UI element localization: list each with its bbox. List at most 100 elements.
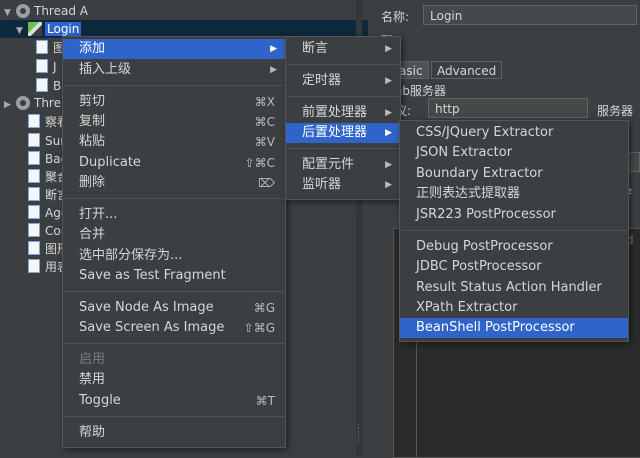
- expand-down-icon[interactable]: ▼: [16, 22, 28, 40]
- menu-item-boundary-extractor[interactable]: Boundary Extractor: [400, 164, 628, 184]
- menu-item-post-processor[interactable]: 后置处理器 ▶: [286, 123, 400, 143]
- tree-node-thread-b[interactable]: ▶ Thre: [4, 94, 61, 112]
- submenu-arrow-icon: ▶: [270, 65, 277, 75]
- menu-item-label: JSR223 PostProcessor: [416, 207, 556, 222]
- tree-node-label: B: [53, 79, 62, 93]
- submenu-arrow-icon: ▶: [385, 44, 392, 54]
- document-icon: [36, 59, 48, 73]
- shortcut-label: ⌘X: [254, 95, 275, 109]
- listener-icon: [28, 205, 40, 219]
- menu-item-label: 粘贴: [79, 134, 106, 149]
- menu-item-save-fragment[interactable]: Save as Test Fragment: [63, 266, 285, 286]
- menu-item-label: 选中部分保存为...: [79, 248, 183, 263]
- menu-separator: [64, 85, 284, 86]
- menu-item-label: Duplicate: [79, 155, 141, 170]
- submenu-arrow-icon: ▶: [385, 108, 392, 118]
- menu-item-config[interactable]: 配置元件 ▶: [286, 155, 400, 175]
- menu-item-pre-processor[interactable]: 前置处理器 ▶: [286, 103, 400, 123]
- menu-item-jdbc-postprocessor[interactable]: JDBC PostProcessor: [400, 257, 628, 277]
- tree-node-child[interactable]: J: [36, 58, 57, 76]
- shortcut-label: ⌘G: [253, 301, 275, 315]
- add-submenu: 断言 ▶ 定时器 ▶ 前置处理器 ▶ 后置处理器 ▶ 配置元件 ▶ 监听器 ▶: [285, 36, 401, 200]
- menu-item-label: 配置元件: [302, 157, 355, 172]
- menu-item-paste[interactable]: 粘贴 ⌘V: [63, 132, 285, 152]
- tree-node-listener[interactable]: Cor: [28, 222, 66, 240]
- listener-icon: [28, 223, 40, 237]
- menu-item-label: 后置处理器: [302, 125, 368, 140]
- document-icon: [36, 40, 48, 54]
- menu-item-label: 禁用: [79, 372, 106, 387]
- menu-item-label: 前置处理器: [302, 105, 368, 120]
- tree-node-label: Login: [45, 22, 82, 36]
- menu-item-label: 添加: [79, 41, 106, 56]
- menu-separator: [287, 148, 399, 149]
- menu-item-label: BeanShell PostProcessor: [416, 320, 575, 335]
- menu-item-debug-postprocessor[interactable]: Debug PostProcessor: [400, 237, 628, 257]
- menu-item-assertion[interactable]: 断言 ▶: [286, 39, 400, 59]
- tree-node-thread-a[interactable]: ▼ Thread A: [4, 2, 88, 20]
- menu-item-merge[interactable]: 合并: [63, 225, 285, 245]
- menu-item-result-status-action-handler[interactable]: Result Status Action Handler: [400, 278, 628, 298]
- menu-item-label: 帮助: [79, 425, 106, 440]
- menu-item-toggle[interactable]: Toggle ⌘T: [63, 391, 285, 411]
- tree-node-label: Thre: [34, 96, 61, 110]
- menu-item-xpath-extractor[interactable]: XPath Extractor: [400, 298, 628, 318]
- listener-icon: [28, 114, 40, 128]
- shortcut-label: ⌘C: [254, 115, 275, 129]
- tree-node-label: Thread A: [34, 4, 88, 18]
- gear-icon: [16, 96, 30, 110]
- menu-separator: [64, 291, 284, 292]
- menu-item-add[interactable]: 添加 ▶: [63, 39, 285, 59]
- menu-item-delete[interactable]: 删除 ⌦: [63, 173, 285, 193]
- gear-icon: [16, 4, 30, 18]
- tree-node-label: J: [53, 60, 57, 74]
- menu-item-label: Save Node As Image: [79, 300, 214, 315]
- menu-item-insert-parent[interactable]: 插入上级 ▶: [63, 60, 285, 80]
- menu-item-label: Boundary Extractor: [416, 166, 543, 181]
- tree-node-child[interactable]: B: [36, 77, 61, 95]
- menu-separator: [64, 416, 284, 417]
- splitter-grip-icon[interactable]: ⋮ ⋮: [354, 424, 363, 444]
- menu-item-disable[interactable]: 禁用: [63, 370, 285, 390]
- menu-item-label: JSON Extractor: [416, 145, 513, 160]
- menu-item-save-selection[interactable]: 选中部分保存为...: [63, 246, 285, 266]
- menu-item-duplicate[interactable]: Duplicate ⇧⌘C: [63, 153, 285, 173]
- web-server-section: eb服务器: [395, 84, 447, 98]
- submenu-arrow-icon: ▶: [385, 128, 392, 138]
- tree-node-child[interactable]: 图: [36, 39, 65, 57]
- tab-advanced[interactable]: Advanced: [431, 61, 503, 79]
- menu-item-save-screen-image[interactable]: Save Screen As Image ⇧⌘G: [63, 318, 285, 338]
- expand-right-icon[interactable]: ▶: [4, 96, 16, 114]
- menu-item-regex-extractor[interactable]: 正则表达式提取器: [400, 184, 628, 204]
- menu-item-label: 打开...: [79, 207, 118, 222]
- menu-item-beanshell-postprocessor[interactable]: BeanShell PostProcessor: [400, 318, 628, 338]
- menu-item-label: XPath Extractor: [416, 300, 518, 315]
- submenu-arrow-icon: ▶: [385, 76, 392, 86]
- menu-item-listener[interactable]: 监听器 ▶: [286, 175, 400, 195]
- menu-item-label: 监听器: [302, 177, 342, 192]
- menu-item-css-jquery-extractor[interactable]: CSS/JQuery Extractor: [400, 123, 628, 143]
- menu-item-label: 合并: [79, 227, 106, 242]
- post-processor-submenu: CSS/JQuery Extractor JSON Extractor Boun…: [399, 120, 629, 342]
- name-field[interactable]: Login: [423, 5, 637, 25]
- listener-icon: [28, 187, 40, 201]
- menu-separator: [64, 198, 284, 199]
- menu-item-help[interactable]: 帮助: [63, 423, 285, 443]
- name-label: 名称:: [381, 10, 410, 24]
- menu-item-jsr223-postprocessor[interactable]: JSR223 PostProcessor: [400, 205, 628, 225]
- menu-item-json-extractor[interactable]: JSON Extractor: [400, 143, 628, 163]
- delete-key-icon: ⌦: [258, 176, 275, 190]
- menu-separator: [287, 64, 399, 65]
- menu-item-cut[interactable]: 剪切 ⌘X: [63, 92, 285, 112]
- sampler-icon: [28, 22, 42, 36]
- menu-item-copy[interactable]: 复制 ⌘C: [63, 112, 285, 132]
- menu-item-timer[interactable]: 定时器 ▶: [286, 71, 400, 91]
- listener-icon: [28, 241, 40, 255]
- menu-item-label: Save Screen As Image: [79, 320, 225, 335]
- protocol-field[interactable]: http: [428, 98, 588, 118]
- submenu-arrow-icon: ▶: [385, 180, 392, 190]
- menu-item-label: Save as Test Fragment: [79, 268, 226, 283]
- menu-item-label: 剪切: [79, 94, 106, 109]
- menu-item-save-node-image[interactable]: Save Node As Image ⌘G: [63, 298, 285, 318]
- menu-item-open[interactable]: 打开...: [63, 205, 285, 225]
